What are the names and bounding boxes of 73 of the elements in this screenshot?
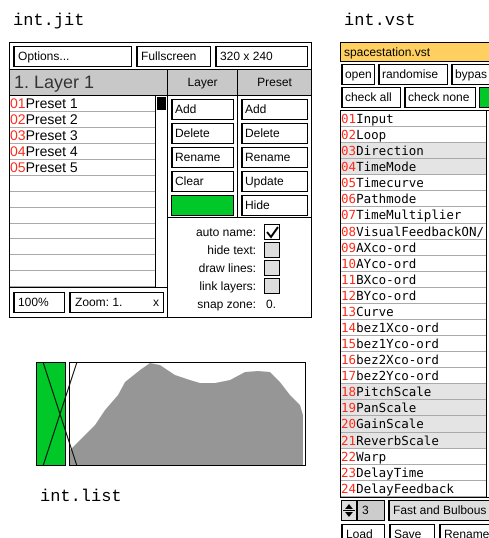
preset-button[interactable]: Delete	[241, 123, 308, 144]
plugin-name: spacestation.vst	[340, 42, 489, 62]
checkbox[interactable]	[264, 224, 280, 240]
layer-button[interactable]: Delete	[171, 123, 234, 144]
column-header: Preset	[256, 74, 293, 91]
file-button[interactable]: Load	[341, 524, 385, 538]
parameter-row[interactable]: 13Curve	[341, 304, 486, 320]
color-swatch[interactable]	[171, 195, 234, 216]
checkbox[interactable]	[264, 260, 280, 276]
parameter-row[interactable]: 19PanScale	[341, 400, 486, 416]
parameter-row[interactable]: 15bez1Yco-ord	[341, 336, 486, 352]
parameter-row[interactable]: 10AYco-ord	[341, 256, 486, 272]
parameter-row[interactable]: 09AXco-ord	[341, 240, 486, 256]
preset-button[interactable]: Hide	[241, 195, 308, 216]
setting-label: hide text:	[206, 242, 257, 258]
layer-button[interactable]: Clear	[171, 171, 234, 192]
options-field[interactable]: Options...	[13, 46, 132, 66]
parameter-row[interactable]: 04TimeMode	[341, 159, 486, 176]
parameter-row[interactable]: 12BYco-ord	[341, 288, 486, 304]
parameter-row[interactable]: 05Timecurve	[341, 175, 486, 192]
parameter-row[interactable]: 23DelayTime	[341, 464, 486, 481]
preset-button[interactable]: Rename	[241, 147, 308, 168]
plugin-button[interactable]: open	[341, 64, 375, 85]
parameter-row[interactable]: 17bez2Yco-ord	[341, 368, 486, 384]
preset-row[interactable]: 03Preset 3	[10, 128, 155, 144]
parameter-row[interactable]: 11BXco-ord	[341, 272, 486, 288]
plugin-button[interactable]: bypas	[451, 64, 489, 85]
preset-row[interactable]: 05Preset 5	[10, 160, 155, 176]
parameter-row[interactable]: 14bez1Xco-ord	[341, 320, 486, 336]
checkbox[interactable]	[264, 242, 280, 258]
preset-button[interactable]: Update	[241, 171, 308, 192]
scrollbar-thumb[interactable]	[157, 97, 166, 110]
setting-label: auto name:	[194, 224, 257, 240]
parameter-row[interactable]: 08VisualFeedbackON/	[341, 224, 486, 240]
file-button[interactable]: Rename	[439, 524, 489, 538]
parameter-row[interactable]: 24DelayFeedback	[341, 480, 486, 497]
column-header: Layer	[168, 70, 238, 95]
zoom-percent-field[interactable]: 100%	[13, 292, 65, 313]
parameter-row[interactable]: 20GainScale	[341, 416, 486, 433]
layer-name: 1. Layer 1	[10, 70, 168, 95]
preset-row[interactable]: 01Preset 1	[10, 96, 155, 112]
check-button[interactable]: check all	[341, 87, 401, 108]
parameter-row[interactable]: 16bez2Xco-ord	[341, 352, 486, 368]
preset-row[interactable]: 04Preset 4	[10, 144, 155, 160]
panel-title: int.jit	[12, 11, 86, 33]
setting-label: snap zone:	[196, 296, 257, 312]
layer-button[interactable]: Rename	[171, 147, 234, 168]
parameter-row[interactable]: 03Direction	[341, 143, 486, 160]
parameter-row[interactable]: 21ReverbScale	[341, 432, 486, 449]
setting-label: draw lines:	[198, 260, 257, 276]
parameter-row[interactable]: 02Loop	[341, 127, 486, 144]
zoom-field[interactable]: Zoom: 1. x	[69, 292, 164, 313]
fullscreen-field[interactable]: Fullscreen	[136, 46, 211, 66]
setting-label: link layers:	[198, 278, 257, 294]
preset-number-field[interactable]: 3	[357, 500, 385, 521]
preset-button[interactable]: Add	[241, 99, 308, 120]
preset-name-field[interactable]: Fast and Bulbous	[388, 500, 489, 521]
parameter-row[interactable]: 06Pathmode	[341, 191, 486, 208]
checkbox[interactable]	[264, 278, 280, 294]
panel-title: int.list	[39, 488, 123, 508]
parameter-row[interactable]: 01Input	[341, 111, 486, 128]
preset-row[interactable]: 02Preset 2	[10, 112, 155, 128]
parameter-row[interactable]: 07TimeMultiplier	[341, 207, 486, 224]
file-button[interactable]: Save	[389, 524, 435, 538]
parameter-row[interactable]: 22Warp	[341, 448, 486, 465]
plugin-button[interactable]: randomise	[378, 64, 448, 85]
spinner-arrows[interactable]	[341, 500, 357, 521]
layer-button[interactable]: Add	[171, 99, 234, 120]
panel-title: int.vst	[343, 11, 416, 33]
setting-value: 0.	[265, 296, 276, 312]
check-button[interactable]: check none	[404, 87, 476, 108]
size-field[interactable]: 320 x 240	[215, 46, 308, 66]
parameter-row[interactable]: 18PitchScale	[341, 384, 486, 400]
